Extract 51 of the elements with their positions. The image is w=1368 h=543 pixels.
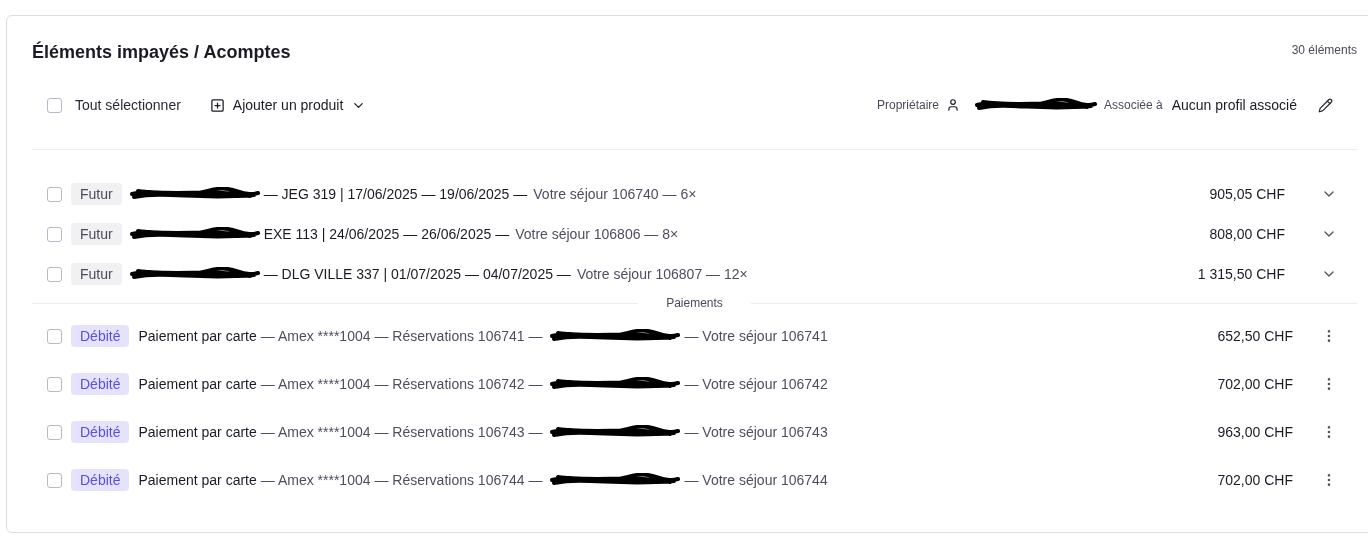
amount: 808,00 CHF (1209, 226, 1285, 242)
user-icon (946, 98, 960, 112)
checkbox[interactable] (47, 328, 62, 344)
amount: 1 315,50 CHF (1197, 266, 1285, 282)
payment-details: — Amex ****1004 — Réservations 106741 — (260, 328, 543, 344)
item-count: 30 éléments (1291, 43, 1357, 57)
checkbox[interactable] (47, 186, 62, 202)
status-badge: Débité (71, 373, 130, 395)
select-all-label: Tout sélectionner (75, 97, 181, 113)
amount: 963,00 CHF (1217, 424, 1293, 440)
amount: 905,05 CHF (1209, 186, 1285, 202)
stay-reference: — Votre séjour 106744 (684, 472, 828, 488)
associated-profile: Aucun profil associé (1171, 97, 1297, 113)
status-badge: Futur (71, 183, 122, 205)
edit-button[interactable] (1318, 97, 1333, 113)
product-details: — JEG 319 | 17/06/2025 — 19/06/2025 — (263, 186, 528, 202)
plus-square-icon (209, 97, 225, 113)
checkbox[interactable] (47, 266, 62, 282)
checkbox[interactable] (47, 472, 62, 488)
amount: 702,00 CHF (1217, 376, 1293, 392)
status-badge: Débité (71, 325, 130, 347)
stay-reference: — Votre séjour 106743 (684, 424, 828, 440)
status-badge: Débité (71, 421, 130, 443)
amount: 702,00 CHF (1217, 472, 1293, 488)
payments-separator-label: Paiements (666, 296, 723, 310)
payment-details: — Amex ****1004 — Réservations 106744 — (260, 472, 543, 488)
section-title: Éléments impayés / Acomptes (32, 42, 291, 63)
status-badge: Futur (71, 263, 122, 285)
associated-label: Associée à (1104, 98, 1163, 112)
checkbox[interactable] (47, 376, 62, 392)
add-product-button[interactable]: Ajouter un produit (209, 97, 367, 113)
payment-details: — Amex ****1004 — Réservations 106743 — (260, 424, 543, 440)
status-badge: Débité (71, 469, 130, 491)
payment-details: — Amex ****1004 — Réservations 106742 — (260, 376, 543, 392)
payment-method: Paiement par carte (138, 328, 257, 344)
stay-reference: — Votre séjour 106742 (684, 376, 828, 392)
stay-reference: Votre séjour 106740 — 6× (533, 186, 697, 202)
checkbox[interactable] (47, 226, 62, 242)
payment-method: Paiement par carte (138, 424, 257, 440)
stay-reference: Votre séjour 106807 — 12× (576, 266, 748, 282)
payment-method: Paiement par carte (138, 376, 257, 392)
checkbox[interactable] (47, 97, 62, 113)
amount: 652,50 CHF (1217, 328, 1293, 344)
owner-label: Propriétaire (876, 98, 939, 112)
checkbox[interactable] (47, 424, 62, 440)
payment-method: Paiement par carte (138, 472, 257, 488)
product-details: — DLG VILLE 337 | 01/07/2025 — 04/07/2025 — (263, 266, 571, 282)
product-details: EXE 113 | 24/06/2025 — 26/06/2025 — (263, 226, 510, 242)
stay-reference: Votre séjour 106806 — 8× (515, 226, 679, 242)
status-badge: Futur (71, 223, 122, 245)
stay-reference: — Votre séjour 106741 (684, 328, 828, 344)
